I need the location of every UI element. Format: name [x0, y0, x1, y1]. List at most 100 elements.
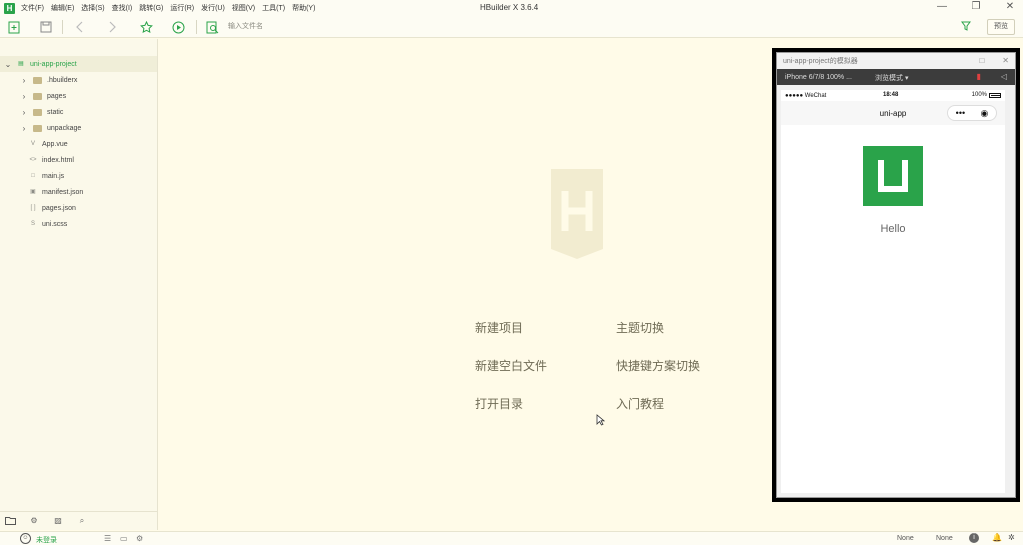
manifest-file-icon: ▣	[30, 188, 36, 195]
tree-root-project[interactable]: ⌄ ▤ uni-app-project	[0, 56, 157, 72]
tree-item-static[interactable]: › static	[0, 104, 157, 120]
toolbar: 输入文件名 预览	[0, 16, 1023, 38]
folder-icon	[33, 92, 42, 100]
menu-edit[interactable]: 编辑(E)	[51, 3, 74, 13]
battery-icon	[989, 92, 1001, 98]
tree-item-label: uni.scss	[42, 220, 68, 228]
tree-item-app-vue[interactable]: V App.vue	[0, 136, 157, 152]
mouse-cursor-icon	[596, 414, 605, 426]
chevron-right-icon: ›	[22, 123, 26, 133]
toolbar-divider	[196, 20, 197, 34]
tree-item-label: index.html	[42, 156, 74, 164]
status-bar: ☺ 未登录 ☰ ▭ ⚙ None None i 🔔 ✲	[0, 531, 1023, 545]
tree-item-label: pages	[47, 92, 67, 100]
tree-item-uni-scss[interactable]: S uni.scss	[0, 216, 157, 232]
tree-item-pages[interactable]: › pages	[0, 88, 157, 104]
tree-item-label: .hbuilderx	[47, 76, 78, 84]
close-target-icon[interactable]: ◉	[980, 108, 988, 119]
preview-button[interactable]: 预览	[987, 19, 1015, 35]
language-selector[interactable]: None	[936, 535, 953, 542]
menu-file[interactable]: 文件(F)	[21, 3, 44, 13]
simulator-maximize-button[interactable]: □	[979, 56, 984, 65]
login-status[interactable]: 未登录	[36, 535, 57, 545]
window-controls: — ❐ ✕	[935, 1, 1017, 12]
simulator-close-button[interactable]: ✕	[1002, 56, 1009, 65]
file-search-icon[interactable]	[204, 19, 220, 35]
tree-item-label: pages.json	[42, 204, 76, 212]
run-icon[interactable]	[170, 19, 186, 35]
simulator-window: uni-app-project的模拟器 □ ✕ iPhone 6/7/8 100…	[776, 52, 1016, 498]
tutorial-link[interactable]: 入门教程	[616, 395, 664, 412]
list-icon[interactable]: ☰	[104, 534, 111, 543]
tree-item-label: unpackage	[47, 124, 82, 132]
menu-publish[interactable]: 发行(U)	[201, 3, 225, 13]
open-directory-link[interactable]: 打开目录	[475, 395, 523, 412]
battery-status: 100%	[972, 92, 1001, 98]
star-icon[interactable]	[138, 19, 154, 35]
info-icon[interactable]: i	[969, 533, 979, 543]
status-time: 18:48	[883, 92, 899, 98]
menu-help[interactable]: 帮助(Y)	[292, 3, 315, 13]
switch-keymap-link[interactable]: 快捷键方案切换	[616, 357, 700, 374]
explorer-tab-icon[interactable]	[3, 515, 17, 527]
menu-view[interactable]: 视图(V)	[232, 3, 255, 13]
forward-icon[interactable]	[104, 19, 120, 35]
mini-program-capsule: ••• ◉	[947, 105, 997, 121]
speaker-icon[interactable]: ◁	[1001, 72, 1007, 81]
hello-text: Hello	[880, 223, 906, 235]
more-dots-icon[interactable]: •••	[956, 108, 965, 118]
folder-icon	[33, 108, 42, 116]
nav-title: uni-app	[879, 108, 907, 118]
folder-icon	[33, 124, 42, 132]
tree-item-unpackage[interactable]: › unpackage	[0, 120, 157, 136]
tree-item-hbuilderx[interactable]: › .hbuilderx	[0, 72, 157, 88]
device-select[interactable]: iPhone 6/7/8 100% ...	[785, 74, 852, 81]
menu-goto[interactable]: 跳转(G)	[139, 3, 163, 13]
switch-theme-link[interactable]: 主题切换	[616, 319, 664, 336]
settings-icon[interactable]: ✲	[1008, 533, 1015, 542]
close-button[interactable]: ✕	[1003, 1, 1017, 12]
minimize-button[interactable]: —	[935, 1, 949, 12]
tree-item-label: main.js	[42, 172, 65, 180]
image-tab-icon[interactable]: ▨	[51, 515, 65, 527]
plugin-tab-icon[interactable]: ⚙	[27, 515, 41, 527]
chevron-right-icon: ›	[22, 107, 26, 117]
mini-program-nav-bar: uni-app ••• ◉	[781, 101, 1005, 125]
scss-file-icon: S	[30, 220, 35, 227]
search-tab-icon[interactable]: ⌕	[75, 515, 89, 527]
user-icon[interactable]: ☺	[20, 533, 31, 544]
new-file-icon[interactable]	[6, 19, 22, 35]
menu-tools[interactable]: 工具(T)	[262, 3, 285, 13]
plugin-icon[interactable]: ⚙	[136, 534, 143, 543]
back-icon[interactable]	[72, 19, 88, 35]
new-blank-file-link[interactable]: 新建空白文件	[475, 357, 547, 374]
filter-icon[interactable]	[961, 21, 971, 33]
console-icon[interactable]: ▭	[120, 534, 128, 543]
chevron-right-icon: ›	[22, 91, 26, 101]
chevron-right-icon: ›	[22, 75, 26, 85]
hbuilder-logo-icon: H	[4, 2, 15, 14]
mode-select[interactable]: 浏览模式 ▾	[875, 73, 908, 83]
menu-select[interactable]: 选择(S)	[81, 3, 104, 13]
save-icon[interactable]	[38, 19, 54, 35]
menu-bar: H 文件(F) 编辑(E) 选择(S) 查找(I) 跳转(G) 运行(R) 发行…	[0, 0, 1023, 16]
tree-item-manifest-json[interactable]: ▣ manifest.json	[0, 184, 157, 200]
tree-item-pages-json[interactable]: [ ] pages.json	[0, 200, 157, 216]
new-project-link[interactable]: 新建项目	[475, 319, 523, 336]
json-file-icon: [ ]	[30, 204, 36, 211]
restore-button[interactable]: ❐	[969, 1, 983, 12]
tree-item-main-js[interactable]: □ main.js	[0, 168, 157, 184]
bell-icon[interactable]: 🔔	[992, 533, 1002, 542]
simulator-window-controls: □ ✕	[979, 56, 1009, 65]
window-title: HBuilder X 3.6.4	[480, 3, 539, 12]
tree-item-label: App.vue	[42, 140, 68, 148]
menu-run[interactable]: 运行(R)	[170, 3, 194, 13]
encoding-selector[interactable]: None	[897, 535, 914, 542]
record-icon[interactable]: ▮	[977, 72, 981, 81]
tree-item-index-html[interactable]: <> index.html	[0, 152, 157, 168]
file-search-input[interactable]: 输入文件名	[228, 21, 263, 31]
phone-screen: ●●●●● WeChat 18:48 100% uni-app ••• ◉ He…	[781, 90, 1005, 493]
simulator-title: uni-app-project的模拟器	[783, 58, 858, 65]
battery-percent: 100%	[971, 92, 987, 98]
menu-find[interactable]: 查找(I)	[112, 3, 133, 13]
